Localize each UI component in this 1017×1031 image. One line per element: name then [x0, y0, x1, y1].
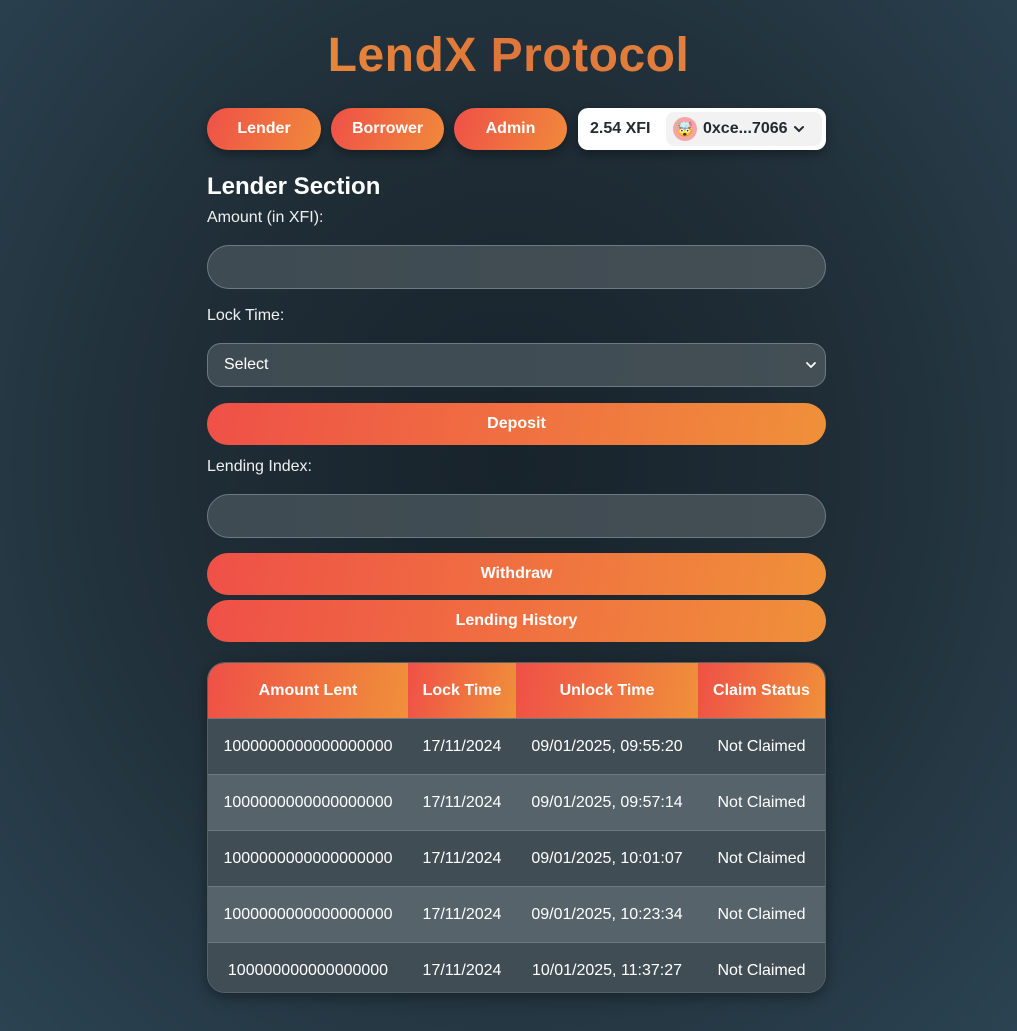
wallet-widget: 2.54 XFI 🤯 0xce...7066	[578, 108, 826, 150]
amount-label: Amount (in XFI):	[207, 209, 324, 226]
cell-amount-lent: 1000000000000000000	[208, 830, 408, 887]
table-row: 100000000000000000 17/11/2024 10/01/2025…	[208, 942, 825, 992]
table-row: 1000000000000000000 17/11/2024 09/01/202…	[208, 886, 825, 943]
lending-index-input[interactable]	[207, 494, 826, 538]
table-header-row: Amount Lent Lock Time Unlock Time Claim …	[208, 663, 825, 719]
cell-unlock-time: 09/01/2025, 09:57:14	[516, 774, 698, 831]
borrower-button[interactable]: Borrower	[331, 108, 444, 150]
deposit-button[interactable]: Deposit	[207, 403, 826, 445]
account-button[interactable]: 🤯 0xce...7066	[666, 112, 822, 146]
table-row: 1000000000000000000 17/11/2024 09/01/202…	[208, 774, 825, 831]
header-lock-time: Lock Time	[408, 663, 516, 719]
cell-amount-lent: 1000000000000000000	[208, 774, 408, 831]
amount-input[interactable]	[207, 245, 826, 289]
lending-index-label: Lending Index:	[207, 458, 312, 475]
top-nav: Lender Borrower Admin 2.54 XFI 🤯 0xce...…	[207, 108, 826, 150]
chevron-down-icon	[793, 126, 804, 133]
lending-history-button[interactable]: Lending History	[207, 600, 826, 642]
chevron-down-icon	[806, 362, 816, 369]
cell-claim-status: Not Claimed	[698, 774, 825, 831]
header-claim-status: Claim Status	[698, 663, 825, 719]
cell-unlock-time: 09/01/2025, 09:55:20	[516, 718, 698, 775]
header-amount-lent: Amount Lent	[208, 663, 408, 719]
lending-history-table: Amount Lent Lock Time Unlock Time Claim …	[207, 662, 826, 993]
cell-unlock-time: 10/01/2025, 11:37:27	[516, 942, 698, 992]
wallet-address: 0xce...7066	[703, 120, 788, 137]
cell-claim-status: Not Claimed	[698, 886, 825, 943]
cell-amount-lent: 1000000000000000000	[208, 886, 408, 943]
cell-unlock-time: 09/01/2025, 10:01:07	[516, 830, 698, 887]
cell-unlock-time: 09/01/2025, 10:23:34	[516, 886, 698, 943]
header-unlock-time: Unlock Time	[516, 663, 698, 719]
cell-claim-status: Not Claimed	[698, 718, 825, 775]
lock-time-selected: Select	[224, 356, 269, 373]
cell-claim-status: Not Claimed	[698, 830, 825, 887]
avatar: 🤯	[673, 117, 697, 141]
table-row: 1000000000000000000 17/11/2024 09/01/202…	[208, 830, 825, 887]
wallet-balance[interactable]: 2.54 XFI	[590, 108, 650, 150]
cell-amount-lent: 1000000000000000000	[208, 718, 408, 775]
section-title: Lender Section	[207, 173, 381, 200]
cell-lock-time: 17/11/2024	[408, 830, 516, 887]
admin-button[interactable]: Admin	[454, 108, 567, 150]
app-title: LendX Protocol	[0, 28, 1017, 83]
cell-lock-time: 17/11/2024	[408, 942, 516, 992]
cell-lock-time: 17/11/2024	[408, 886, 516, 943]
lock-time-label: Lock Time:	[207, 307, 285, 324]
cell-claim-status: Not Claimed	[698, 942, 825, 992]
withdraw-button[interactable]: Withdraw	[207, 553, 826, 595]
lender-button[interactable]: Lender	[207, 108, 321, 150]
cell-amount-lent: 100000000000000000	[208, 942, 408, 992]
lock-time-select[interactable]: Select	[207, 343, 826, 387]
cell-lock-time: 17/11/2024	[408, 718, 516, 775]
table-row: 1000000000000000000 17/11/2024 09/01/202…	[208, 718, 825, 775]
cell-lock-time: 17/11/2024	[408, 774, 516, 831]
